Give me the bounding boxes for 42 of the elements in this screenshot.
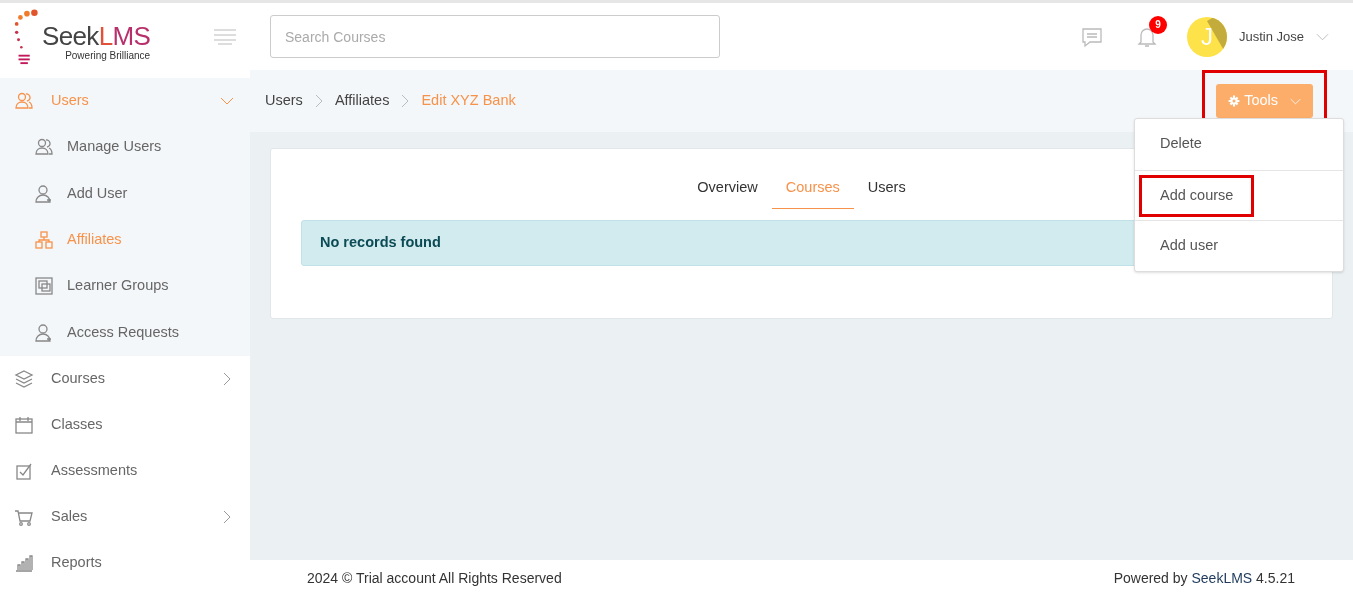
tab[interactable]: Overview [683,177,772,209]
search-field[interactable]: Search Courses [270,15,720,58]
bell-icon[interactable] [1136,25,1157,48]
menu-item[interactable]: Add course [1160,184,1234,207]
sidebar-subitem[interactable]: Add User [0,170,250,217]
powered-by-text: Powered by SeekLMS 4.5.21 [1113,568,1295,588]
breadcrumb-link[interactable]: Users [265,90,303,112]
bar-chart-icon [14,552,34,573]
user-name: Justin Jose [1238,27,1304,46]
notification-count: 9 [1148,15,1167,34]
chevron-right-icon [401,94,410,108]
users-icon [14,91,34,111]
chevron-down-icon [1290,97,1301,105]
sidebar-subitem[interactable]: Learner Groups [0,263,250,310]
chat-icon[interactable] [1080,25,1103,48]
menu-icon[interactable] [214,28,236,45]
add-user-icon [34,322,54,343]
users-icon [34,137,54,158]
chevron-right-icon [314,94,323,108]
group-icon [34,276,54,297]
user-menu[interactable]: J Justin Jose [1186,16,1329,57]
breadcrumb-link[interactable]: Affiliates [334,90,390,112]
sidebar-item[interactable]: Courses [0,355,250,402]
user-avatar: J [1186,16,1227,57]
calendar-icon [14,414,34,435]
sidebar-subitem[interactable]: Manage Users [0,124,250,171]
sidebar-item[interactable]: Assessments [0,447,250,494]
chevron-down-icon [1316,32,1329,41]
hierarchy-icon [34,229,54,250]
sidebar-item[interactable]: Sales [0,493,250,540]
copyright-text: 2024 © Trial account All Rights Reserved [307,568,562,588]
gear-icon [1228,95,1241,107]
add-user-icon [34,183,54,204]
layers-icon [14,368,34,389]
logo-text: SeekLMS [42,21,151,50]
menu-item[interactable]: Add user [1160,235,1219,257]
menu-item[interactable]: Delete [1160,133,1202,156]
tab[interactable]: Users [853,177,920,209]
sidebar-subitem[interactable]: Access Requests [0,309,250,356]
sidebar-item[interactable]: Reports [0,539,250,586]
sidebar-item[interactable]: Classes [0,401,250,448]
logo-tagline: Powering Brilliance [65,49,151,62]
